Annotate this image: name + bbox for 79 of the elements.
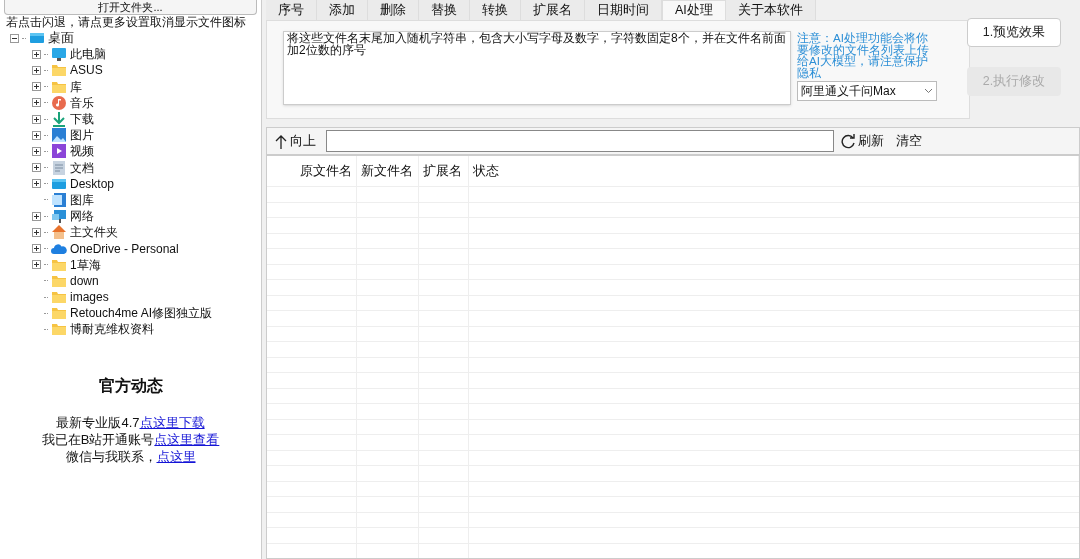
refresh-icon <box>840 133 856 150</box>
expand-toggle[interactable] <box>32 114 41 124</box>
tree-item[interactable]: 下载 <box>70 110 94 129</box>
tree-item[interactable]: down <box>70 271 99 290</box>
tab[interactable]: 删除 <box>368 0 419 20</box>
folder-icon <box>51 321 67 338</box>
path-field[interactable] <box>326 130 834 153</box>
news-link[interactable]: 点这里下载 <box>139 413 205 431</box>
expand-toggle[interactable] <box>32 179 41 189</box>
tree-item[interactable]: 桌面 <box>48 28 74 48</box>
tree-item[interactable]: 文档 <box>70 158 94 177</box>
tree-item[interactable]: 此电脑 <box>70 45 106 64</box>
prompt-field[interactable]: 将这些文件名末尾加入随机字符串，包含大小写字母及数字，字符数固定8个，并在文件名前面加2位数的序号 <box>283 31 791 105</box>
up-button[interactable]: 向上 <box>275 131 316 151</box>
folder-icon <box>51 62 67 79</box>
tree-item[interactable]: OneDrive - Personal <box>70 239 179 258</box>
column-header[interactable]: 扩展名 <box>419 156 469 186</box>
video-icon <box>51 143 67 160</box>
folder-icon <box>51 289 67 306</box>
tree-item[interactable]: 图片 <box>70 126 94 145</box>
chevron-down-icon <box>924 88 933 94</box>
expand-toggle[interactable] <box>32 244 41 254</box>
download-arrow-icon <box>51 111 67 128</box>
tab[interactable]: 日期时间 <box>585 0 662 20</box>
tab[interactable]: 扩展名 <box>521 0 585 20</box>
expand-toggle[interactable] <box>32 146 41 156</box>
hint-text: 若点击闪退，请点更多设置取消显示文件图标 <box>5 15 247 30</box>
expand-toggle[interactable] <box>32 211 41 221</box>
clear-button[interactable]: 清空 <box>896 131 922 151</box>
news-text: 最新专业版4.7 <box>56 413 140 431</box>
image-icon <box>51 127 67 144</box>
refresh-button[interactable]: 刷新 <box>840 131 884 151</box>
tree-item[interactable]: 视频 <box>70 142 94 161</box>
column-header[interactable]: 新文件名 <box>357 156 419 186</box>
news-title: 官方动态 <box>98 375 163 396</box>
arrow-up-icon <box>275 133 287 149</box>
notice-text: 注意：AI处理功能会将你要修改的文件名列表上传给AI大模型，请注意保护隐私 <box>797 33 930 79</box>
tree-item[interactable]: 网络 <box>70 207 94 226</box>
expand-toggle[interactable] <box>32 130 41 140</box>
tree-item[interactable]: ASUS <box>70 61 103 80</box>
expand-toggle[interactable] <box>32 65 41 75</box>
news-link[interactable]: 点这里 <box>156 447 196 465</box>
expand-toggle[interactable] <box>32 260 41 270</box>
collapse-toggle[interactable] <box>10 33 19 43</box>
tree-item[interactable]: 库 <box>70 77 82 96</box>
action-button[interactable]: 1.预览效果 <box>967 18 1061 47</box>
network-icon <box>51 208 67 225</box>
expand-toggle[interactable] <box>32 227 41 237</box>
tree-item[interactable]: Desktop <box>70 174 115 193</box>
tab[interactable]: AI处理 <box>662 0 726 20</box>
expand-toggle[interactable] <box>32 49 41 59</box>
tree-item[interactable]: Retouch4me AI修图独立版 <box>70 304 213 323</box>
tree-item[interactable]: 主文件夹 <box>70 223 118 242</box>
tree-item[interactable]: 博耐克维权资料 <box>70 320 154 339</box>
tab[interactable]: 关于本软件 <box>725 0 816 20</box>
tab[interactable]: 序号 <box>266 0 317 20</box>
tree-item[interactable]: 音乐 <box>70 93 94 112</box>
news-text: 微信与我联系， <box>65 447 157 465</box>
expand-toggle[interactable] <box>32 98 41 108</box>
news-link[interactable]: 点这里查看 <box>154 430 220 448</box>
model-select[interactable]: 阿里通义千问Max <box>797 81 937 101</box>
document-icon <box>51 159 67 176</box>
news-text: 我已在B站开通账号 <box>41 430 155 448</box>
open-folder-button[interactable]: 打开文件夹... <box>4 0 257 15</box>
expand-toggle[interactable] <box>32 163 41 173</box>
tab[interactable]: 添加 <box>317 0 368 20</box>
monitor-icon <box>51 46 67 63</box>
tab[interactable]: 转换 <box>470 0 521 20</box>
tree-item[interactable]: 图库 <box>70 190 94 209</box>
expand-toggle[interactable] <box>32 82 41 92</box>
tree-item[interactable]: 1草海 <box>70 255 101 274</box>
gallery-icon <box>51 191 67 208</box>
column-header[interactable]: 原文件名 <box>267 156 357 186</box>
music-note-icon <box>51 94 67 111</box>
house-icon <box>51 224 67 241</box>
tree-item[interactable]: images <box>70 288 109 307</box>
tab[interactable]: 替换 <box>419 0 470 20</box>
column-header[interactable]: 状态 <box>469 156 1079 186</box>
folder-icon <box>51 305 67 322</box>
